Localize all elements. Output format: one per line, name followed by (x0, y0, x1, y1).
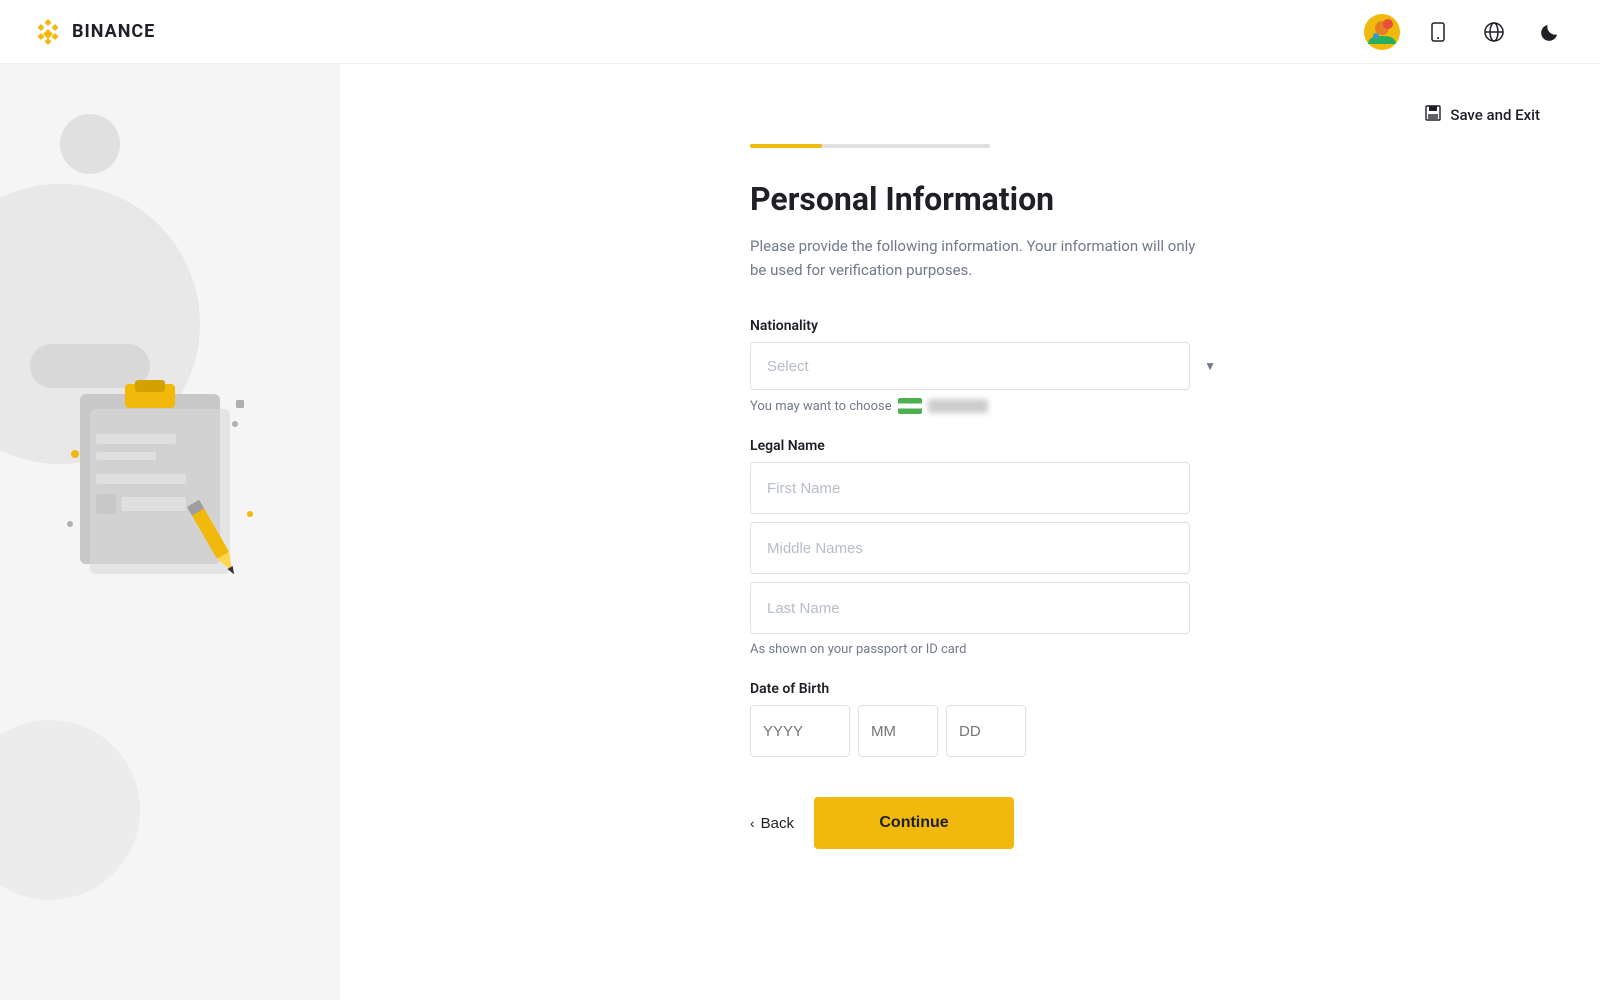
legal-name-label: Legal Name (750, 438, 1230, 454)
nationality-label: Nationality (750, 318, 1230, 334)
sidebar-decoration (0, 64, 340, 1000)
last-name-input[interactable] (750, 582, 1190, 634)
back-label: Back (761, 815, 794, 832)
middle-name-input[interactable] (750, 522, 1190, 574)
continue-button[interactable]: Continue (814, 797, 1014, 849)
mobile-icon (1427, 21, 1449, 43)
form-container: Personal Information Please provide the … (710, 64, 1230, 909)
dob-month-input[interactable] (858, 705, 938, 757)
avatar-button[interactable] (1364, 14, 1400, 50)
page-title: Personal Information (750, 180, 1230, 218)
first-name-input[interactable] (750, 462, 1190, 514)
suggestion-flag-icon (898, 398, 922, 414)
action-row: ‹ Back Continue (750, 797, 1230, 849)
dob-label: Date of Birth (750, 681, 1230, 697)
kyc-illustration (60, 364, 260, 588)
moon-icon (1539, 21, 1561, 43)
suggestion-country-blurred (928, 399, 988, 413)
clipboard-svg (60, 364, 260, 584)
dob-section: Date of Birth (750, 681, 1230, 757)
logo[interactable]: BINANCE (32, 16, 155, 48)
nationality-suggestion: You may want to choose (750, 398, 1230, 414)
header-icons (1364, 14, 1568, 50)
dark-mode-button[interactable] (1532, 14, 1568, 50)
nationality-select-wrapper: Select ▼ (750, 342, 1230, 390)
legal-name-section: Legal Name As shown on your passport or … (750, 438, 1230, 657)
suggestion-prefix: You may want to choose (750, 399, 892, 414)
back-chevron-icon: ‹ (750, 815, 755, 831)
mobile-icon-button[interactable] (1420, 14, 1456, 50)
progress-bar-fill (750, 144, 822, 148)
nationality-section: Nationality Select ▼ You may want to cho… (750, 318, 1230, 414)
header: BINANCE (0, 0, 1600, 64)
main-layout: Save and Exit Personal Information Pleas… (0, 64, 1600, 1000)
deco-circle-medium (0, 720, 140, 900)
progress-bar (750, 144, 990, 148)
globe-icon (1483, 21, 1505, 43)
page-subtitle: Please provide the following information… (750, 234, 1210, 282)
dob-inputs-row (750, 705, 1230, 757)
save-icon (1424, 104, 1442, 122)
globe-icon-button[interactable] (1476, 14, 1512, 50)
content-area: Save and Exit Personal Information Pleas… (340, 64, 1600, 1000)
dob-year-input[interactable] (750, 705, 850, 757)
nationality-select[interactable]: Select (750, 342, 1190, 390)
binance-logo-icon (32, 16, 64, 48)
save-exit-label: Save and Exit (1450, 106, 1540, 124)
dob-day-input[interactable] (946, 705, 1026, 757)
save-exit-icon (1424, 104, 1442, 126)
back-button[interactable]: ‹ Back (750, 815, 794, 832)
avatar-icon (1364, 14, 1400, 50)
deco-circle-small (60, 114, 120, 174)
legal-name-note: As shown on your passport or ID card (750, 642, 1230, 657)
save-exit-button[interactable]: Save and Exit (1424, 104, 1540, 126)
logo-text: BINANCE (72, 21, 155, 42)
select-arrow-icon: ▼ (1204, 359, 1216, 373)
